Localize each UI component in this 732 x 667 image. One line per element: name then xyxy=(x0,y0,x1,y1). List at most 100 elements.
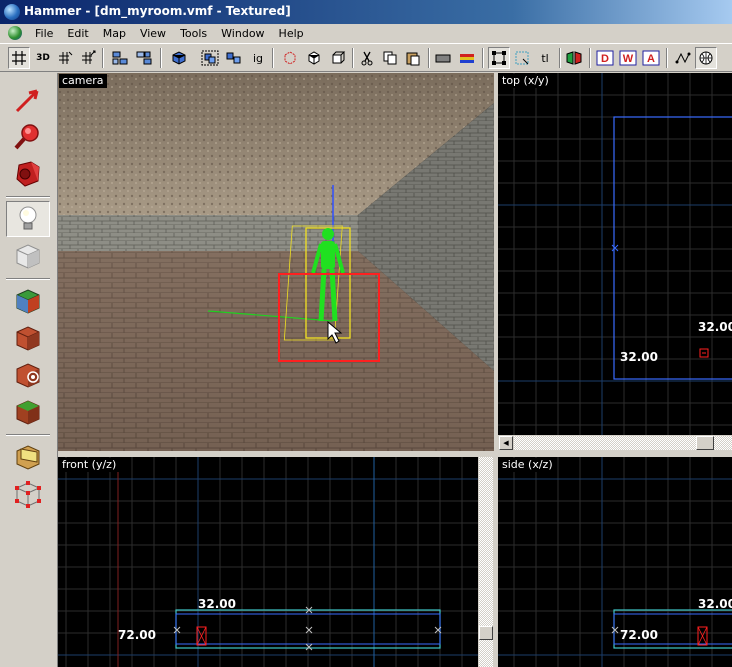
tool-d-button[interactable]: D xyxy=(594,47,616,69)
toolbar-separator xyxy=(559,48,561,68)
front-width-dimension: 32.00 xyxy=(198,597,236,611)
magnify-tool[interactable] xyxy=(6,119,50,155)
scroll-thumb[interactable] xyxy=(696,436,714,450)
brush-outline[interactable] xyxy=(613,116,732,380)
texture-lock-label: tl xyxy=(541,51,549,65)
vertex-tool[interactable] xyxy=(6,476,50,512)
block-tool[interactable] xyxy=(6,238,50,274)
path-icon xyxy=(675,52,691,64)
decal-icon xyxy=(460,54,474,63)
side-height-dimension: 72.00 xyxy=(620,628,658,642)
wireframe-box-button[interactable] xyxy=(303,47,325,69)
selection-mode-groups-button[interactable] xyxy=(199,47,221,69)
tool-palette xyxy=(0,73,58,667)
camera-icon xyxy=(16,161,40,187)
hammer-app-icon[interactable] xyxy=(4,4,20,20)
texture-application-button[interactable] xyxy=(432,47,454,69)
box-icon xyxy=(332,51,346,64)
tool-a-button[interactable]: A xyxy=(640,47,662,69)
carve-icon xyxy=(172,51,186,65)
front-viewport[interactable]: front (y/z) 32.00 72.00 xyxy=(58,457,494,667)
menu-bar: File Edit Map View Tools Window Help xyxy=(0,24,732,43)
camera-tool[interactable] xyxy=(6,156,50,192)
apply-current-texture-tool[interactable] xyxy=(6,320,50,356)
brick-cube-icon xyxy=(16,326,40,351)
block-icon xyxy=(16,244,40,269)
carve-button[interactable] xyxy=(168,47,190,69)
toolbar-separator xyxy=(428,48,430,68)
menu-window[interactable]: Window xyxy=(216,26,269,41)
tool-separator xyxy=(6,196,50,198)
larger-grid-button[interactable] xyxy=(77,47,99,69)
group-button[interactable] xyxy=(109,47,131,69)
run-map-button[interactable] xyxy=(695,47,717,69)
selection-arrow-icon xyxy=(15,89,39,113)
menu-view[interactable]: View xyxy=(135,26,171,41)
camera-3d-scene xyxy=(58,73,494,451)
title-bar: Hammer - [dm_myroom.vmf - Textured] xyxy=(0,0,732,24)
toolbar-separator xyxy=(272,48,274,68)
magnifier-icon xyxy=(14,124,39,150)
camera-viewport[interactable]: camera xyxy=(58,73,494,451)
scroll-left-button[interactable]: ◀ xyxy=(499,436,513,450)
tool-separator xyxy=(6,278,50,280)
svg-text:A: A xyxy=(647,53,655,65)
scroll-thumb[interactable] xyxy=(479,626,493,640)
select-by-texture-button[interactable] xyxy=(511,47,533,69)
cut-button[interactable] xyxy=(356,47,378,69)
scissors-icon xyxy=(361,51,373,66)
copy-button[interactable] xyxy=(379,47,401,69)
entity-report-button[interactable] xyxy=(672,47,694,69)
3d-grid-label: 3D xyxy=(36,53,50,63)
toolbar-separator xyxy=(160,48,162,68)
apply-decals-tool[interactable] xyxy=(6,357,50,393)
selection-tool[interactable] xyxy=(6,82,50,118)
select-groups-icon xyxy=(201,50,219,66)
top-width-dimension: 32.00 xyxy=(698,320,732,334)
decal-button[interactable] xyxy=(456,47,478,69)
globe-icon xyxy=(699,51,713,65)
3d-grid-button[interactable]: 3D xyxy=(32,47,54,69)
grid-toggle-button[interactable] xyxy=(8,47,30,69)
top-viewport[interactable]: top (x/y) 32.00 32.00 ◀ xyxy=(498,73,732,451)
hide-objects-icon xyxy=(284,51,296,65)
select-texture-icon xyxy=(515,51,529,65)
texture-lock-button[interactable]: tl xyxy=(534,47,556,69)
clip-icon xyxy=(566,51,582,65)
menu-tools[interactable]: Tools xyxy=(175,26,212,41)
top-viewport-label: top (x/y) xyxy=(499,74,552,88)
smaller-grid-button[interactable] xyxy=(54,47,76,69)
menu-help[interactable]: Help xyxy=(274,26,309,41)
ignore-groups-button[interactable]: ig xyxy=(247,47,269,69)
select-handles-button[interactable] xyxy=(488,47,510,69)
menu-map[interactable]: Map xyxy=(98,26,131,41)
apply-overlays-tool[interactable] xyxy=(6,394,50,430)
document-icon[interactable] xyxy=(8,26,22,40)
svg-text:D: D xyxy=(601,53,609,65)
menu-edit[interactable]: Edit xyxy=(62,26,93,41)
hide-selected-button[interactable] xyxy=(279,47,301,69)
paste-button[interactable] xyxy=(402,47,424,69)
vertex-icon xyxy=(15,481,41,508)
grid-icon xyxy=(12,51,26,65)
texture-icon xyxy=(435,54,451,63)
entity-tool[interactable] xyxy=(6,201,50,237)
select-objects-icon xyxy=(226,52,241,64)
clip-toggle-button[interactable] xyxy=(563,47,585,69)
clipping-tool[interactable] xyxy=(6,439,50,475)
toggle-texture-application-tool[interactable] xyxy=(6,283,50,319)
top-viewport-hscrollbar[interactable]: ◀ xyxy=(498,435,732,451)
ungroup-button[interactable] xyxy=(133,47,155,69)
box-button[interactable] xyxy=(327,47,349,69)
menu-file[interactable]: File xyxy=(30,26,58,41)
decal-cube-icon xyxy=(16,363,40,388)
front-viewport-vscrollbar[interactable] xyxy=(478,457,494,667)
selection-mode-objects-button[interactable] xyxy=(223,47,245,69)
front-height-dimension: 72.00 xyxy=(118,628,156,642)
overlay-cube-icon xyxy=(16,400,40,425)
side-viewport[interactable]: side (x/z) 32.00 72.00 xyxy=(498,457,732,667)
hammer-editor-window: Hammer - [dm_myroom.vmf - Textured] File… xyxy=(0,0,732,667)
red-d-icon: D xyxy=(596,50,614,66)
side-grid xyxy=(498,457,732,667)
tool-w-button[interactable]: W xyxy=(617,47,639,69)
